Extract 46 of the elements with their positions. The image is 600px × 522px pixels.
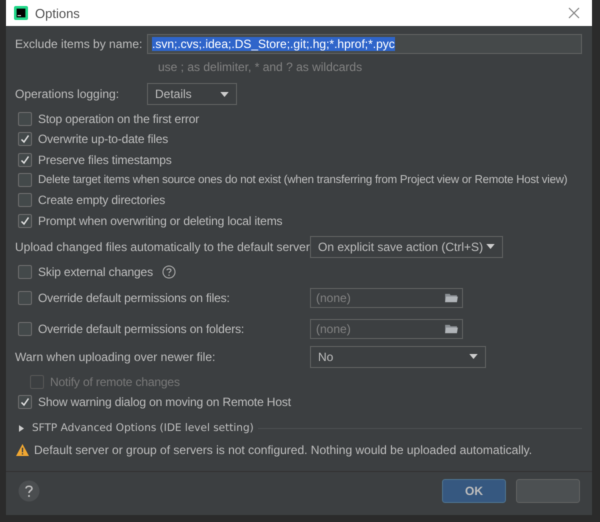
checkbox-label: Override default permissions on folders: [38, 322, 244, 336]
caret-icon [469, 354, 478, 360]
checkbox[interactable] [18, 322, 32, 336]
checkbox-label: Delete target items when source ones do not exist (when transferring from Project view or Remote Host view) [38, 174, 568, 186]
dialog-button[interactable]: OK [442, 478, 506, 502]
caret-icon [220, 92, 229, 96]
upload-dropdown[interactable]: On explicit save action (Ctrl+S) [310, 236, 503, 258]
checkbox[interactable] [18, 395, 32, 410]
checkbox[interactable] [18, 291, 32, 306]
field-label: Operations logging: [15, 87, 120, 101]
exclude-input-field[interactable]: .svn;.cvs;.idea;.DS_Store;.git;.hg;*.hprof;*.pyc [147, 34, 582, 54]
checkbox[interactable] [18, 132, 32, 146]
checkbox[interactable] [18, 173, 32, 188]
checkbox[interactable] [18, 214, 32, 228]
warning-icon [16, 444, 29, 456]
checkbox[interactable] [18, 152, 32, 167]
checkbox-label: Overwrite up-to-date files [38, 132, 168, 146]
section-title[interactable]: SFTP Advanced Options (IDE level setting) [32, 422, 254, 434]
checkbox-label: Override default permissions on files: [38, 291, 230, 306]
checkbox-label: Preserve files timestamps [38, 152, 172, 167]
checkbox-label: Show warning dialog on moving on Remote Host [38, 395, 291, 410]
checkbox-label: Stop operation on the first error [38, 112, 200, 126]
window-title: Options [35, 6, 81, 20]
field-label: Upload changed files automatically to the default server [15, 240, 310, 254]
checkbox-label: Notify of remote changes [50, 374, 180, 389]
warn-dropdown[interactable]: No [310, 346, 486, 368]
help-icon[interactable] [162, 264, 176, 279]
field-label: Warn when uploading over newer file: [15, 350, 216, 364]
caret-icon [486, 244, 495, 250]
logging-dropdown[interactable]: Details [147, 83, 237, 105]
warning-message: Default server or group of servers is not configured. Nothing would be uploaded automatically. [34, 443, 532, 458]
checkbox-label: Skip external changes [38, 264, 153, 279]
selected-text: .svn;.cvs;.idea;.DS_Store;.git;.hg;*.hprof;*.pyc [152, 37, 395, 51]
checkbox-label: Create empty directories [38, 193, 166, 208]
close-icon[interactable] [568, 7, 580, 19]
hint-text: use ; as delimiter, * and ? as wildcards [158, 60, 364, 74]
help-icon[interactable] [18, 480, 40, 502]
checkbox-label: Prompt when overwriting or deleting local items [38, 214, 282, 228]
checkbox[interactable] [18, 193, 32, 208]
folder-icon[interactable] [445, 324, 458, 334]
checkbox[interactable] [18, 264, 32, 279]
expand-arrow-icon[interactable] [19, 424, 24, 432]
app-logo-icon [14, 6, 28, 20]
folder-icon[interactable] [445, 293, 458, 304]
field-label: Exclude items by name: [15, 37, 144, 51]
checkbox[interactable] [18, 112, 32, 126]
